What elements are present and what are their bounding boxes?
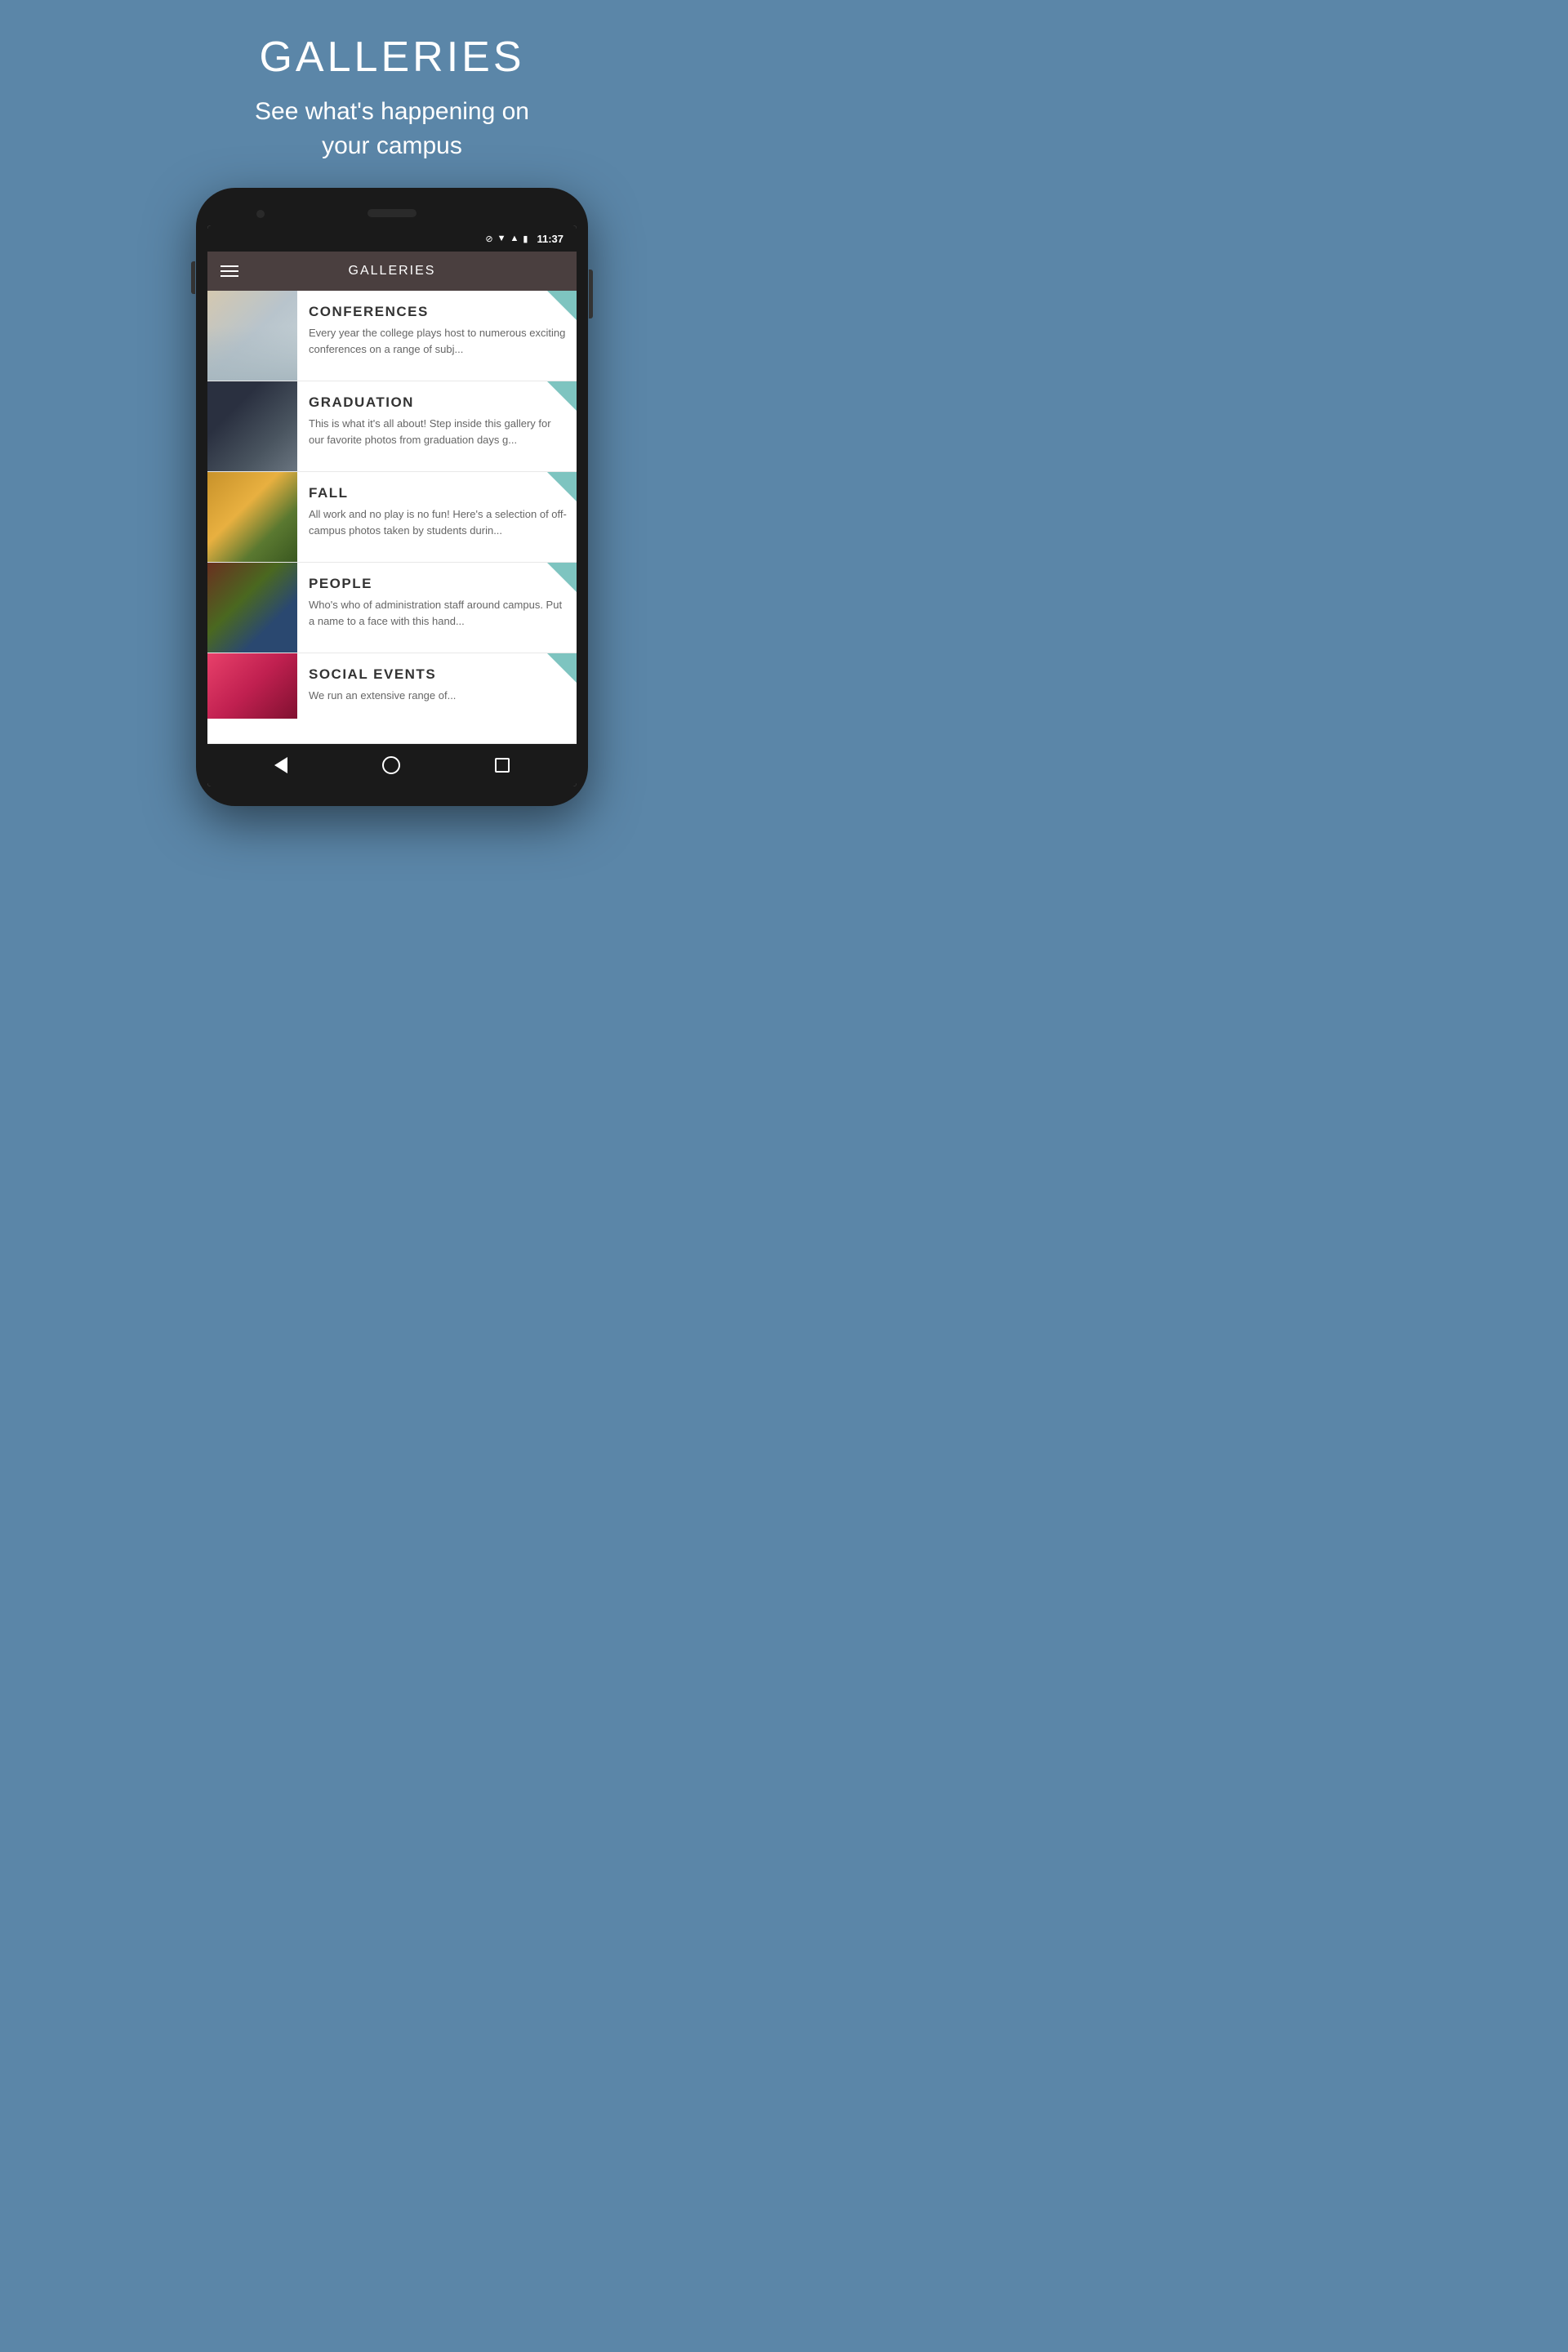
gallery-item-image-people bbox=[207, 563, 297, 653]
page-header: GALLERIES See what's happening onyour ca… bbox=[255, 0, 529, 188]
gallery-item-image-graduation bbox=[207, 381, 297, 471]
phone-bottom-bar bbox=[207, 786, 577, 795]
page-subtitle: See what's happening onyour campus bbox=[255, 95, 529, 163]
battery-icon: ▮ bbox=[523, 234, 528, 244]
back-button[interactable] bbox=[274, 757, 287, 773]
status-icons: ⊘ ▼ ▲ ▮ 11:37 bbox=[485, 233, 564, 245]
wifi-icon: ▼ bbox=[497, 234, 506, 243]
gallery-item-image-social-events bbox=[207, 653, 297, 743]
corner-accent-conferences bbox=[547, 291, 577, 320]
gallery-item-content-graduation: GRADUATION This is what it's all about! … bbox=[297, 381, 577, 471]
gallery-item-social-events[interactable]: SOCIAL EVENTS We run an extensive range … bbox=[207, 653, 577, 744]
corner-accent-graduation bbox=[547, 381, 577, 411]
gallery-item-content-conferences: CONFERENCES Every year the college plays… bbox=[297, 291, 577, 381]
phone-screen: ⊘ ▼ ▲ ▮ 11:37 GALLERIES bbox=[207, 225, 577, 786]
app-bar: GALLERIES bbox=[207, 252, 577, 291]
corner-accent-fall bbox=[547, 472, 577, 501]
gallery-item-title-people: PEOPLE bbox=[309, 576, 567, 592]
gallery-item-people[interactable]: PEOPLE Who's who of administration staff… bbox=[207, 563, 577, 653]
gallery-item-conferences[interactable]: CONFERENCES Every year the college plays… bbox=[207, 291, 577, 381]
gallery-item-image-fall bbox=[207, 472, 297, 562]
gallery-item-content-social-events: SOCIAL EVENTS We run an extensive range … bbox=[297, 653, 577, 743]
hamburger-menu-icon[interactable] bbox=[220, 265, 238, 277]
recent-apps-button[interactable] bbox=[495, 758, 510, 773]
gallery-item-desc-people: Who's who of administration staff around… bbox=[309, 597, 567, 629]
gallery-item-image-conferences bbox=[207, 291, 297, 381]
gallery-item-title-fall: FALL bbox=[309, 485, 567, 501]
phone-camera bbox=[256, 210, 265, 218]
gallery-item-desc-fall: All work and no play is no fun! Here's a… bbox=[309, 506, 567, 538]
gallery-item-graduation[interactable]: GRADUATION This is what it's all about! … bbox=[207, 381, 577, 472]
app-bar-title: GALLERIES bbox=[248, 264, 536, 278]
status-bar: ⊘ ▼ ▲ ▮ 11:37 bbox=[207, 225, 577, 252]
gallery-item-fall[interactable]: FALL All work and no play is no fun! Her… bbox=[207, 472, 577, 563]
status-time: 11:37 bbox=[537, 233, 564, 245]
bottom-nav bbox=[207, 744, 577, 786]
corner-accent-social-events bbox=[547, 653, 577, 683]
home-button[interactable] bbox=[382, 756, 400, 774]
gallery-list: CONFERENCES Every year the college plays… bbox=[207, 291, 577, 744]
gallery-item-desc-graduation: This is what it's all about! Step inside… bbox=[309, 416, 567, 448]
gallery-item-title-graduation: GRADUATION bbox=[309, 394, 567, 411]
page-title: GALLERIES bbox=[255, 33, 529, 82]
gallery-item-desc-conferences: Every year the college plays host to num… bbox=[309, 325, 567, 357]
signal-icon: ▲ bbox=[510, 234, 519, 243]
gallery-item-content-people: PEOPLE Who's who of administration staff… bbox=[297, 563, 577, 653]
gallery-item-title-social-events: SOCIAL EVENTS bbox=[309, 666, 567, 683]
gallery-item-content-fall: FALL All work and no play is no fun! Her… bbox=[297, 472, 577, 562]
corner-accent-people bbox=[547, 563, 577, 592]
phone-shell: ⊘ ▼ ▲ ▮ 11:37 GALLERIES bbox=[196, 188, 588, 806]
phone-top-bar bbox=[207, 203, 577, 225]
do-not-disturb-icon: ⊘ bbox=[485, 234, 492, 244]
phone-speaker bbox=[368, 209, 416, 217]
gallery-item-title-conferences: CONFERENCES bbox=[309, 304, 567, 320]
gallery-item-desc-social-events: We run an extensive range of... bbox=[309, 688, 567, 704]
